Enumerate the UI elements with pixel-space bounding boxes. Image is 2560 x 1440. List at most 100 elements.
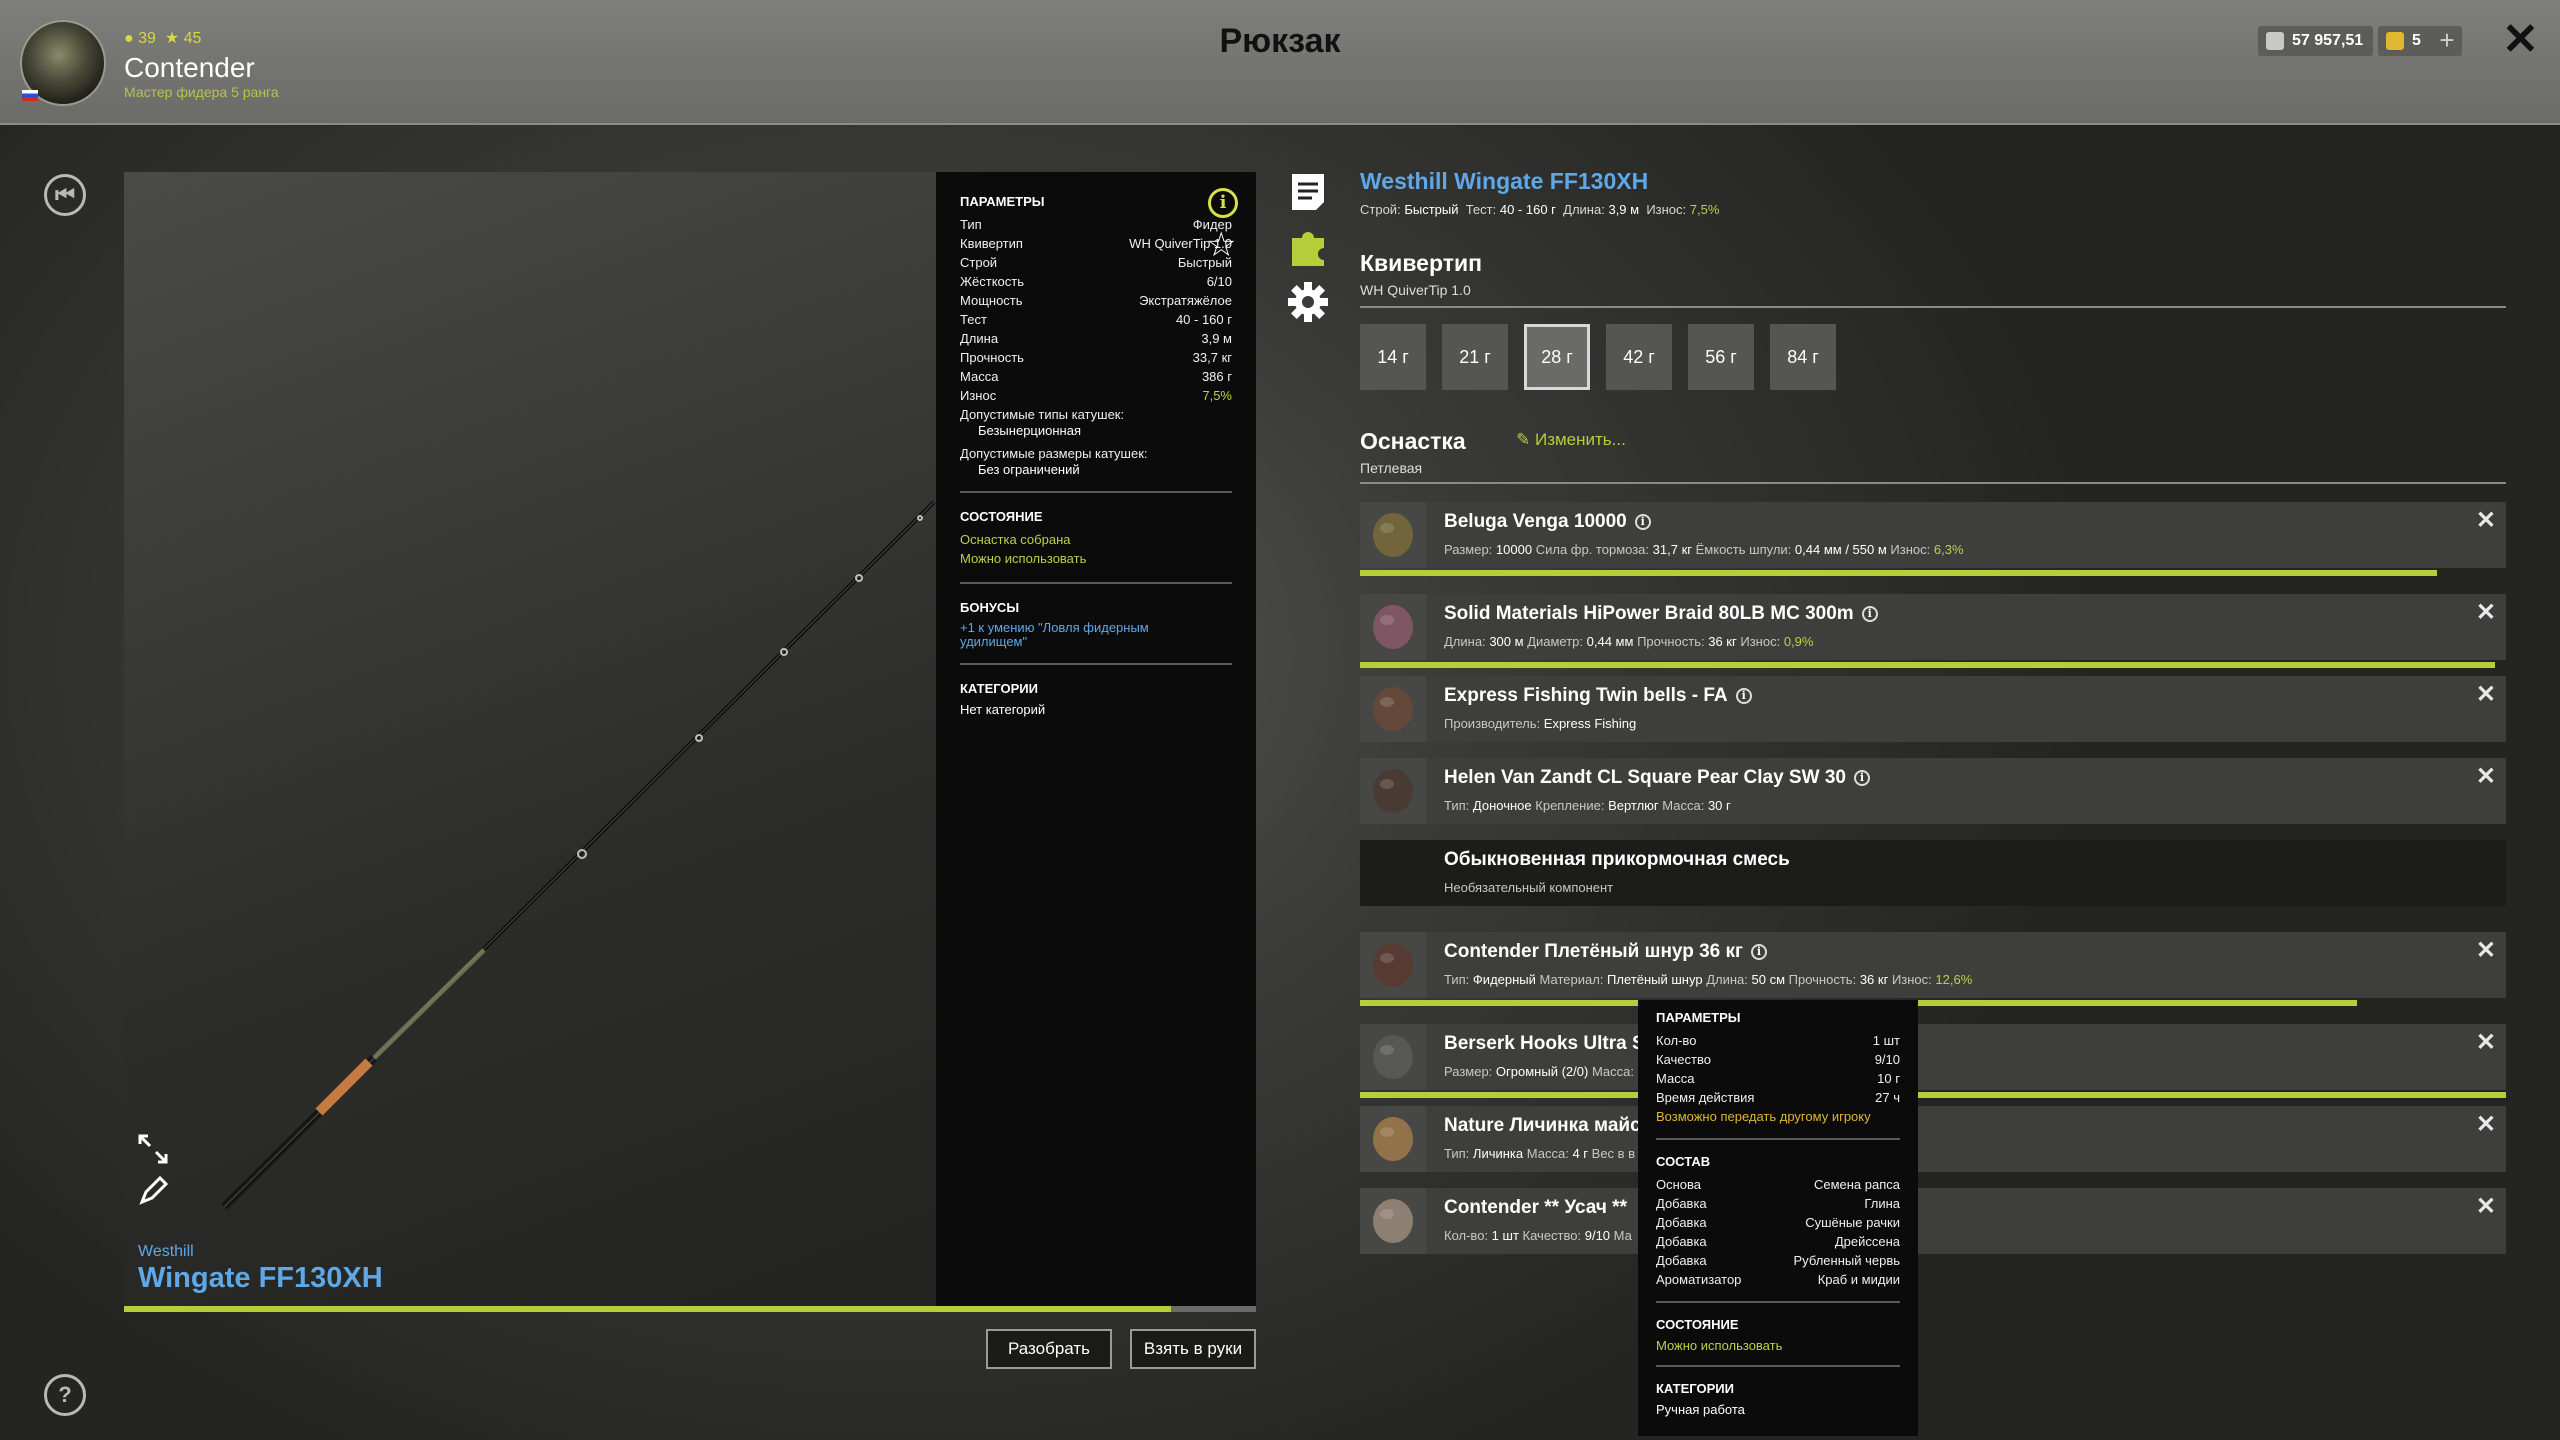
tip-option[interactable]: 84 г xyxy=(1770,324,1836,390)
item-name: Berserk Hooks Ultra Se xyxy=(1444,1033,1655,1055)
equipment-slot[interactable]: Solid Materials HiPower Braid 80LB MC 30… xyxy=(1360,594,2506,668)
item-name: Обыкновенная прикормочная смесь xyxy=(1444,849,1790,871)
remove-item-icon[interactable]: ✕ xyxy=(2476,680,2496,709)
tip-option[interactable]: 28 г xyxy=(1524,324,1590,390)
item-thumbnail xyxy=(1360,676,1426,742)
param-value: Экстратяжёлое xyxy=(1139,293,1232,308)
equipment-slot[interactable]: Express Fishing Twin bells - FA i Производ… xyxy=(1360,676,2506,742)
param-row: Мощность Экстратяжёлое xyxy=(960,291,1232,310)
back-icon[interactable]: ⏮ xyxy=(44,174,86,216)
detail-label: Масса: xyxy=(1662,798,1705,813)
param-value: 6/10 xyxy=(1206,274,1232,289)
remove-item-icon[interactable]: ✕ xyxy=(2476,598,2496,627)
remove-item-icon[interactable]: ✕ xyxy=(2476,762,2496,791)
info-icon[interactable]: i xyxy=(1208,188,1238,218)
param-row: Строй Быстрый xyxy=(960,253,1232,272)
param-value: Краб и мидии xyxy=(1817,1272,1900,1287)
equipment-slot[interactable]: Contender ** Усач ** Кол-во: 1 шт Качеств… xyxy=(1360,1188,2506,1254)
item-condition-bar xyxy=(1360,662,2495,668)
item-info-icon[interactable]: i xyxy=(1750,944,1767,960)
detail-label: Тип: xyxy=(1444,1146,1470,1161)
param-key: Мощность xyxy=(960,293,1023,308)
detail-value: 36 кг xyxy=(1859,972,1889,987)
money-counter: 57 957,51 xyxy=(2258,26,2374,56)
param-row: Тест 40 - 160 г xyxy=(960,310,1232,329)
item-info-icon[interactable]: i xyxy=(1853,770,1870,786)
detail-label: Длина: xyxy=(1444,634,1486,649)
divider xyxy=(960,663,1232,665)
equipment-slot[interactable]: Nature Личинка майс Тип: Личинка Масса: 4… xyxy=(1360,1106,2506,1172)
gear-icon[interactable] xyxy=(1286,280,1330,324)
top-bar xyxy=(0,0,2560,125)
remove-item-icon[interactable]: ✕ xyxy=(2476,1192,2496,1221)
help-icon[interactable]: ? xyxy=(44,1374,86,1416)
take-in-hands-button[interactable]: Взять в руки xyxy=(1130,1329,1256,1369)
param-key: Тест xyxy=(960,312,987,327)
detail-label: Вес в в xyxy=(1591,1146,1636,1161)
item-name-text: Contender ** Усач ** xyxy=(1444,1197,1627,1218)
item-name-text: Contender Плетёный шнур 36 кг xyxy=(1444,941,1743,962)
equipment-slot[interactable]: Helen Van Zandt CL Square Pear Clay SW 3… xyxy=(1360,758,2506,824)
tip-option[interactable]: 21 г xyxy=(1442,324,1508,390)
param-row: Длина 3,9 м xyxy=(960,329,1232,348)
remove-item-icon[interactable]: ✕ xyxy=(2476,506,2496,535)
equipment-slot[interactable]: Обыкновенная прикормочная смесь Необязате… xyxy=(1360,840,2506,906)
item-thumbnail xyxy=(1360,1106,1426,1172)
detail-label: Материал: xyxy=(1539,972,1604,987)
param-row: Время действия 27 ч xyxy=(1656,1088,1900,1107)
param-key: Добавка xyxy=(1656,1215,1707,1230)
param-row: Жёсткость 6/10 xyxy=(960,272,1232,291)
remove-item-icon[interactable]: ✕ xyxy=(2476,1110,2496,1139)
param-value: 1 шт xyxy=(1872,1033,1900,1048)
param-key: Масса xyxy=(960,369,999,384)
param-row: Добавка Сушёные рачки xyxy=(1656,1213,1900,1232)
detail-value: Express Fishing xyxy=(1543,716,1637,731)
detail-label: Ма xyxy=(1613,1228,1632,1243)
param-key: Кол-во xyxy=(1656,1033,1697,1048)
wear-value: 0,9% xyxy=(1783,634,1814,649)
detail-value: Огромный (2/0) xyxy=(1495,1064,1589,1079)
param-row: Масса 10 г xyxy=(1656,1069,1900,1088)
param-value: 33,7 кг xyxy=(1192,350,1232,365)
tip-option[interactable]: 56 г xyxy=(1688,324,1754,390)
change-rig-button[interactable]: ✎ Изменить... xyxy=(1516,430,1626,450)
detail-label: Качество: xyxy=(1522,1228,1582,1243)
remove-item-icon[interactable]: ✕ xyxy=(2476,936,2496,965)
tip-option[interactable]: 14 г xyxy=(1360,324,1426,390)
item-name: Nature Личинка майс xyxy=(1444,1115,1641,1137)
param-value: 3,9 м xyxy=(1201,331,1232,346)
item-info-icon[interactable]: i xyxy=(1735,688,1752,704)
item-name-text: Solid Materials HiPower Braid 80LB MC 30… xyxy=(1444,603,1854,624)
detail-value: Личинка xyxy=(1472,1146,1524,1161)
puzzle-icon[interactable] xyxy=(1286,224,1330,268)
expand-icon[interactable] xyxy=(136,1132,170,1166)
divider xyxy=(960,491,1232,493)
item-info-icon[interactable]: i xyxy=(1861,606,1878,622)
item-tooltip: ПАРАМЕТРЫ Кол-во 1 шт Качество 9/10 Масса 10 … xyxy=(1638,1000,1918,1436)
add-gold-button[interactable]: + xyxy=(2432,26,2462,56)
param-row: Добавка Рубленный червь xyxy=(1656,1251,1900,1270)
equipment-slot[interactable]: Berserk Hooks Ultra Se Размер: Огромный (… xyxy=(1360,1024,2506,1098)
equipment-slot[interactable]: Contender Плетёный шнур 36 кг i Тип: Фидер… xyxy=(1360,932,2506,1006)
tip-option[interactable]: 42 г xyxy=(1606,324,1672,390)
pencil-icon[interactable] xyxy=(136,1174,170,1208)
equipment-slot[interactable]: Beluga Venga 10000 i Размер: 10000 Сила фр… xyxy=(1360,502,2506,576)
item-info-icon[interactable]: i xyxy=(1634,514,1651,530)
rod-title: Westhill Wingate FF130XH xyxy=(1360,168,1649,194)
param-value: Рубленный червь xyxy=(1793,1253,1900,1268)
close-icon[interactable]: ✕ xyxy=(2502,18,2539,62)
detail-value: 1 шт xyxy=(1491,1228,1519,1243)
item-name-text: Nature Личинка майс xyxy=(1444,1115,1641,1136)
disassemble-button[interactable]: Разобрать xyxy=(986,1329,1112,1369)
bonus-line-2: удилищем" xyxy=(960,634,1028,649)
star-icon[interactable]: ☆ xyxy=(1206,228,1236,262)
reel-types-label: Допустимые типы катушек: xyxy=(960,407,1125,422)
rod-params-panel: ПАРАМЕТРЫ Тип Фидер Квивертип WH QuiverTip … xyxy=(936,172,1256,1306)
item-thumbnail xyxy=(1360,1024,1426,1090)
divider xyxy=(1360,482,2506,484)
detail-value: 0,44 мм / 550 м xyxy=(1794,542,1887,557)
document-icon[interactable] xyxy=(1286,170,1330,214)
remove-item-icon[interactable]: ✕ xyxy=(2476,1028,2496,1057)
detail-label: Прочность: xyxy=(1637,634,1705,649)
detail-value: Доночное xyxy=(1472,798,1532,813)
